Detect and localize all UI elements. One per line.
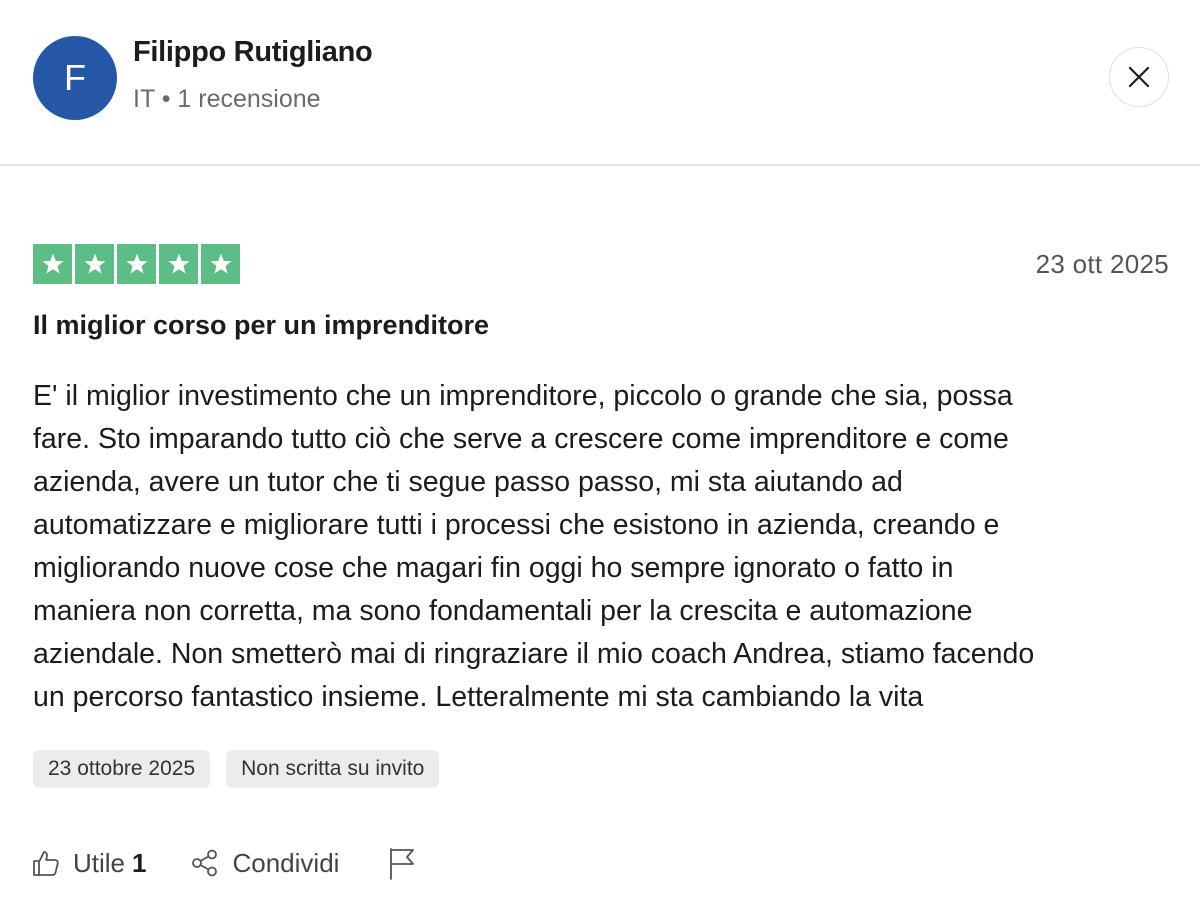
star-box bbox=[159, 244, 198, 284]
avatar-initial: F bbox=[64, 57, 86, 98]
useful-count: 1 bbox=[132, 847, 147, 878]
close-button[interactable] bbox=[1109, 47, 1169, 107]
close-icon bbox=[1128, 66, 1150, 88]
reviewer-meta: IT • 1 recensione bbox=[133, 85, 321, 113]
useful-label: Utile bbox=[73, 847, 126, 878]
unprompted-review-badge: Non scritta su invito bbox=[226, 750, 440, 788]
review-body: E' il miglior investimento che un impren… bbox=[33, 380, 1035, 713]
star-icon bbox=[83, 253, 106, 274]
reviewer-name[interactable]: Filippo Rutigliano bbox=[133, 36, 373, 69]
star-icon bbox=[209, 253, 232, 274]
review-date: 23 ott 2025 bbox=[1035, 249, 1169, 279]
experience-date-badge: 23 ottobre 2025 bbox=[33, 750, 211, 788]
report-button[interactable] bbox=[387, 846, 417, 880]
avatar: F bbox=[33, 36, 117, 120]
review-title: Il miglior corso per un imprenditore bbox=[33, 310, 490, 340]
star-box bbox=[75, 244, 114, 284]
reviewer-header: F Filippo Rutigliano IT • 1 recensione bbox=[0, 0, 1200, 166]
flag-icon bbox=[390, 848, 415, 880]
share-button[interactable]: Condividi bbox=[190, 848, 339, 879]
star-icon bbox=[167, 253, 190, 274]
share-label: Condividi bbox=[232, 847, 340, 878]
share-icon bbox=[192, 849, 218, 877]
useful-button[interactable]: Utile 1 bbox=[31, 848, 146, 879]
thumbs-up-icon bbox=[33, 851, 59, 876]
review-badges: 23 ottobre 2025 Non scritta su invito bbox=[33, 750, 440, 788]
star-box bbox=[201, 244, 240, 284]
review-actions: Utile 1 Condividi bbox=[31, 846, 417, 880]
star-box bbox=[117, 244, 156, 284]
star-icon bbox=[41, 253, 64, 274]
star-icon bbox=[125, 253, 148, 274]
star-rating bbox=[33, 244, 240, 284]
star-box bbox=[33, 244, 72, 284]
